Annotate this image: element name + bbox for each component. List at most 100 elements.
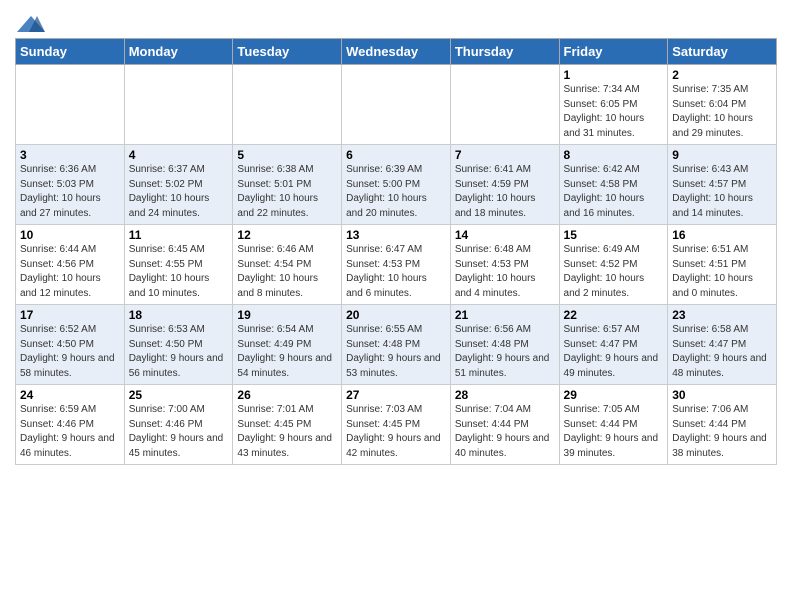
calendar-week-row: 3Sunrise: 6:36 AM Sunset: 5:03 PM Daylig… bbox=[16, 145, 777, 225]
calendar-cell: 20Sunrise: 6:55 AM Sunset: 4:48 PM Dayli… bbox=[342, 305, 451, 385]
day-info: Sunrise: 6:54 AM Sunset: 4:49 PM Dayligh… bbox=[237, 323, 337, 381]
day-info: Sunrise: 6:58 AM Sunset: 4:47 PM Dayligh… bbox=[672, 323, 772, 381]
calendar-cell: 17Sunrise: 6:52 AM Sunset: 4:50 PM Dayli… bbox=[16, 305, 125, 385]
day-number: 19 bbox=[237, 308, 337, 322]
calendar-cell: 30Sunrise: 7:06 AM Sunset: 4:44 PM Dayli… bbox=[668, 385, 777, 465]
calendar-cell: 18Sunrise: 6:53 AM Sunset: 4:50 PM Dayli… bbox=[124, 305, 233, 385]
col-header-tuesday: Tuesday bbox=[233, 39, 342, 65]
day-info: Sunrise: 6:39 AM Sunset: 5:00 PM Dayligh… bbox=[346, 163, 446, 221]
day-info: Sunrise: 6:46 AM Sunset: 4:54 PM Dayligh… bbox=[237, 243, 337, 301]
day-info: Sunrise: 6:52 AM Sunset: 4:50 PM Dayligh… bbox=[20, 323, 120, 381]
day-info: Sunrise: 6:55 AM Sunset: 4:48 PM Dayligh… bbox=[346, 323, 446, 381]
day-info: Sunrise: 6:57 AM Sunset: 4:47 PM Dayligh… bbox=[564, 323, 664, 381]
day-number: 13 bbox=[346, 228, 446, 242]
calendar-cell: 12Sunrise: 6:46 AM Sunset: 4:54 PM Dayli… bbox=[233, 225, 342, 305]
calendar-cell bbox=[16, 65, 125, 145]
logo-icon bbox=[17, 14, 45, 34]
day-info: Sunrise: 6:48 AM Sunset: 4:53 PM Dayligh… bbox=[455, 243, 555, 301]
day-info: Sunrise: 6:45 AM Sunset: 4:55 PM Dayligh… bbox=[129, 243, 229, 301]
calendar-cell: 29Sunrise: 7:05 AM Sunset: 4:44 PM Dayli… bbox=[559, 385, 668, 465]
col-header-monday: Monday bbox=[124, 39, 233, 65]
calendar-cell: 26Sunrise: 7:01 AM Sunset: 4:45 PM Dayli… bbox=[233, 385, 342, 465]
calendar-cell: 15Sunrise: 6:49 AM Sunset: 4:52 PM Dayli… bbox=[559, 225, 668, 305]
day-info: Sunrise: 6:42 AM Sunset: 4:58 PM Dayligh… bbox=[564, 163, 664, 221]
day-number: 29 bbox=[564, 388, 664, 402]
calendar-cell: 8Sunrise: 6:42 AM Sunset: 4:58 PM Daylig… bbox=[559, 145, 668, 225]
day-number: 12 bbox=[237, 228, 337, 242]
day-info: Sunrise: 6:49 AM Sunset: 4:52 PM Dayligh… bbox=[564, 243, 664, 301]
calendar-cell: 28Sunrise: 7:04 AM Sunset: 4:44 PM Dayli… bbox=[450, 385, 559, 465]
day-info: Sunrise: 6:44 AM Sunset: 4:56 PM Dayligh… bbox=[20, 243, 120, 301]
calendar-week-row: 10Sunrise: 6:44 AM Sunset: 4:56 PM Dayli… bbox=[16, 225, 777, 305]
calendar-cell: 14Sunrise: 6:48 AM Sunset: 4:53 PM Dayli… bbox=[450, 225, 559, 305]
day-info: Sunrise: 7:03 AM Sunset: 4:45 PM Dayligh… bbox=[346, 403, 446, 461]
logo-text bbox=[15, 14, 45, 34]
col-header-wednesday: Wednesday bbox=[342, 39, 451, 65]
day-number: 6 bbox=[346, 148, 446, 162]
calendar-cell bbox=[342, 65, 451, 145]
day-number: 28 bbox=[455, 388, 555, 402]
day-number: 7 bbox=[455, 148, 555, 162]
calendar-cell: 9Sunrise: 6:43 AM Sunset: 4:57 PM Daylig… bbox=[668, 145, 777, 225]
day-number: 3 bbox=[20, 148, 120, 162]
calendar-cell: 7Sunrise: 6:41 AM Sunset: 4:59 PM Daylig… bbox=[450, 145, 559, 225]
calendar-cell: 16Sunrise: 6:51 AM Sunset: 4:51 PM Dayli… bbox=[668, 225, 777, 305]
day-number: 24 bbox=[20, 388, 120, 402]
day-info: Sunrise: 6:59 AM Sunset: 4:46 PM Dayligh… bbox=[20, 403, 120, 461]
day-info: Sunrise: 6:37 AM Sunset: 5:02 PM Dayligh… bbox=[129, 163, 229, 221]
day-info: Sunrise: 7:01 AM Sunset: 4:45 PM Dayligh… bbox=[237, 403, 337, 461]
calendar-cell: 19Sunrise: 6:54 AM Sunset: 4:49 PM Dayli… bbox=[233, 305, 342, 385]
calendar-header-row: SundayMondayTuesdayWednesdayThursdayFrid… bbox=[16, 39, 777, 65]
day-number: 26 bbox=[237, 388, 337, 402]
day-info: Sunrise: 7:05 AM Sunset: 4:44 PM Dayligh… bbox=[564, 403, 664, 461]
calendar-cell: 25Sunrise: 7:00 AM Sunset: 4:46 PM Dayli… bbox=[124, 385, 233, 465]
day-number: 20 bbox=[346, 308, 446, 322]
day-number: 17 bbox=[20, 308, 120, 322]
calendar-cell bbox=[124, 65, 233, 145]
calendar-week-row: 24Sunrise: 6:59 AM Sunset: 4:46 PM Dayli… bbox=[16, 385, 777, 465]
day-info: Sunrise: 6:53 AM Sunset: 4:50 PM Dayligh… bbox=[129, 323, 229, 381]
calendar-cell: 1Sunrise: 7:34 AM Sunset: 6:05 PM Daylig… bbox=[559, 65, 668, 145]
day-number: 14 bbox=[455, 228, 555, 242]
day-info: Sunrise: 6:38 AM Sunset: 5:01 PM Dayligh… bbox=[237, 163, 337, 221]
day-number: 9 bbox=[672, 148, 772, 162]
page-container: SundayMondayTuesdayWednesdayThursdayFrid… bbox=[0, 0, 792, 475]
day-info: Sunrise: 6:41 AM Sunset: 4:59 PM Dayligh… bbox=[455, 163, 555, 221]
day-info: Sunrise: 7:04 AM Sunset: 4:44 PM Dayligh… bbox=[455, 403, 555, 461]
day-number: 15 bbox=[564, 228, 664, 242]
calendar-cell bbox=[450, 65, 559, 145]
day-info: Sunrise: 6:56 AM Sunset: 4:48 PM Dayligh… bbox=[455, 323, 555, 381]
col-header-friday: Friday bbox=[559, 39, 668, 65]
day-number: 25 bbox=[129, 388, 229, 402]
calendar-cell: 4Sunrise: 6:37 AM Sunset: 5:02 PM Daylig… bbox=[124, 145, 233, 225]
day-number: 2 bbox=[672, 68, 772, 82]
calendar-cell bbox=[233, 65, 342, 145]
calendar-cell: 11Sunrise: 6:45 AM Sunset: 4:55 PM Dayli… bbox=[124, 225, 233, 305]
calendar-cell: 23Sunrise: 6:58 AM Sunset: 4:47 PM Dayli… bbox=[668, 305, 777, 385]
day-number: 18 bbox=[129, 308, 229, 322]
day-number: 5 bbox=[237, 148, 337, 162]
calendar-table: SundayMondayTuesdayWednesdayThursdayFrid… bbox=[15, 38, 777, 465]
calendar-cell: 22Sunrise: 6:57 AM Sunset: 4:47 PM Dayli… bbox=[559, 305, 668, 385]
day-number: 21 bbox=[455, 308, 555, 322]
day-number: 22 bbox=[564, 308, 664, 322]
day-number: 4 bbox=[129, 148, 229, 162]
day-info: Sunrise: 6:47 AM Sunset: 4:53 PM Dayligh… bbox=[346, 243, 446, 301]
calendar-cell: 27Sunrise: 7:03 AM Sunset: 4:45 PM Dayli… bbox=[342, 385, 451, 465]
calendar-cell: 5Sunrise: 6:38 AM Sunset: 5:01 PM Daylig… bbox=[233, 145, 342, 225]
day-number: 23 bbox=[672, 308, 772, 322]
calendar-cell: 3Sunrise: 6:36 AM Sunset: 5:03 PM Daylig… bbox=[16, 145, 125, 225]
col-header-sunday: Sunday bbox=[16, 39, 125, 65]
day-number: 30 bbox=[672, 388, 772, 402]
calendar-cell: 2Sunrise: 7:35 AM Sunset: 6:04 PM Daylig… bbox=[668, 65, 777, 145]
day-info: Sunrise: 6:36 AM Sunset: 5:03 PM Dayligh… bbox=[20, 163, 120, 221]
calendar-cell: 13Sunrise: 6:47 AM Sunset: 4:53 PM Dayli… bbox=[342, 225, 451, 305]
calendar-cell: 6Sunrise: 6:39 AM Sunset: 5:00 PM Daylig… bbox=[342, 145, 451, 225]
day-number: 1 bbox=[564, 68, 664, 82]
day-info: Sunrise: 7:34 AM Sunset: 6:05 PM Dayligh… bbox=[564, 83, 664, 141]
calendar-cell: 21Sunrise: 6:56 AM Sunset: 4:48 PM Dayli… bbox=[450, 305, 559, 385]
day-number: 27 bbox=[346, 388, 446, 402]
calendar-cell: 24Sunrise: 6:59 AM Sunset: 4:46 PM Dayli… bbox=[16, 385, 125, 465]
day-info: Sunrise: 7:06 AM Sunset: 4:44 PM Dayligh… bbox=[672, 403, 772, 461]
day-info: Sunrise: 6:51 AM Sunset: 4:51 PM Dayligh… bbox=[672, 243, 772, 301]
